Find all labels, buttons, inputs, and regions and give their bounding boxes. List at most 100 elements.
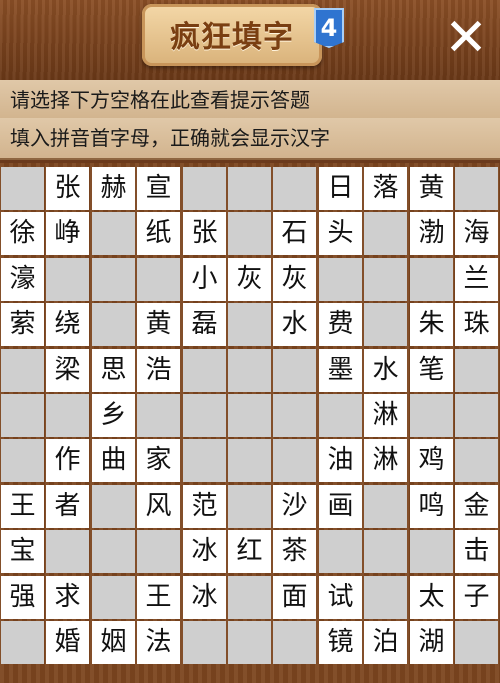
grid-cell-filled[interactable]: 试 (319, 576, 362, 619)
grid-cell-filled[interactable]: 张 (46, 167, 89, 210)
grid-cell-filled[interactable]: 海 (455, 212, 498, 255)
grid-cell-empty[interactable] (455, 167, 498, 210)
grid-cell-empty[interactable] (410, 394, 453, 437)
grid-cell-empty[interactable] (92, 303, 135, 346)
grid-cell-filled[interactable]: 鸣 (410, 485, 453, 528)
grid-cell-filled[interactable]: 赫 (92, 167, 135, 210)
grid-cell-filled[interactable]: 珠 (455, 303, 498, 346)
grid-cell-empty[interactable] (455, 349, 498, 392)
grid-cell-filled[interactable]: 淋 (364, 394, 407, 437)
grid-cell-filled[interactable]: 费 (319, 303, 362, 346)
grid-cell-empty[interactable] (364, 530, 407, 573)
grid-cell-empty[interactable] (1, 349, 44, 392)
grid-cell-filled[interactable]: 金 (455, 485, 498, 528)
grid-cell-filled[interactable]: 泊 (364, 621, 407, 664)
grid-cell-filled[interactable]: 曲 (92, 439, 135, 482)
grid-cell-filled[interactable]: 磊 (183, 303, 226, 346)
grid-cell-filled[interactable]: 日 (319, 167, 362, 210)
grid-cell-filled[interactable]: 梁 (46, 349, 89, 392)
grid-cell-filled[interactable]: 石 (273, 212, 316, 255)
grid-cell-empty[interactable] (137, 530, 180, 573)
grid-cell-empty[interactable] (1, 167, 44, 210)
grid-cell-empty[interactable] (183, 167, 226, 210)
grid-cell-empty[interactable] (273, 394, 316, 437)
grid-cell-filled[interactable]: 宣 (137, 167, 180, 210)
grid-cell-filled[interactable]: 乡 (92, 394, 135, 437)
grid-cell-empty[interactable] (1, 394, 44, 437)
grid-cell-filled[interactable]: 王 (1, 485, 44, 528)
grid-cell-filled[interactable]: 落 (364, 167, 407, 210)
grid-cell-filled[interactable]: 笔 (410, 349, 453, 392)
grid-cell-empty[interactable] (137, 258, 180, 301)
grid-cell-empty[interactable] (273, 349, 316, 392)
grid-cell-empty[interactable] (228, 349, 271, 392)
grid-cell-filled[interactable]: 宝 (1, 530, 44, 573)
grid-cell-filled[interactable]: 面 (273, 576, 316, 619)
grid-cell-empty[interactable] (46, 258, 89, 301)
grid-cell-empty[interactable] (273, 167, 316, 210)
grid-cell-empty[interactable] (183, 621, 226, 664)
grid-cell-empty[interactable] (92, 212, 135, 255)
grid-cell-filled[interactable]: 王 (137, 576, 180, 619)
grid-cell-empty[interactable] (455, 621, 498, 664)
grid-cell-empty[interactable] (364, 576, 407, 619)
grid-cell-filled[interactable]: 沙 (273, 485, 316, 528)
grid-cell-filled[interactable]: 浩 (137, 349, 180, 392)
grid-cell-filled[interactable]: 濠 (1, 258, 44, 301)
grid-cell-empty[interactable] (455, 394, 498, 437)
grid-cell-empty[interactable] (183, 439, 226, 482)
grid-cell-filled[interactable]: 黄 (410, 167, 453, 210)
grid-cell-filled[interactable]: 峥 (46, 212, 89, 255)
grid-cell-empty[interactable] (410, 530, 453, 573)
grid-cell-filled[interactable]: 击 (455, 530, 498, 573)
grid-cell-filled[interactable]: 渤 (410, 212, 453, 255)
grid-cell-filled[interactable]: 作 (46, 439, 89, 482)
grid-cell-filled[interactable]: 家 (137, 439, 180, 482)
grid-cell-filled[interactable]: 求 (46, 576, 89, 619)
grid-cell-filled[interactable]: 鸡 (410, 439, 453, 482)
grid-cell-filled[interactable]: 萦 (1, 303, 44, 346)
grid-cell-empty[interactable] (273, 621, 316, 664)
grid-cell-empty[interactable] (228, 167, 271, 210)
hint-bar[interactable]: 请选择下方空格在此查看提示答题 (0, 80, 500, 120)
grid-cell-filled[interactable]: 婚 (46, 621, 89, 664)
grid-cell-empty[interactable] (46, 394, 89, 437)
grid-cell-empty[interactable] (92, 530, 135, 573)
grid-cell-empty[interactable] (92, 576, 135, 619)
grid-cell-empty[interactable] (228, 485, 271, 528)
grid-cell-empty[interactable] (228, 394, 271, 437)
grid-cell-filled[interactable]: 子 (455, 576, 498, 619)
grid-cell-empty[interactable] (319, 394, 362, 437)
grid-cell-empty[interactable] (183, 394, 226, 437)
grid-cell-empty[interactable] (364, 303, 407, 346)
grid-cell-filled[interactable]: 兰 (455, 258, 498, 301)
grid-cell-empty[interactable] (455, 439, 498, 482)
grid-cell-filled[interactable]: 强 (1, 576, 44, 619)
grid-cell-filled[interactable]: 水 (273, 303, 316, 346)
grid-cell-empty[interactable] (364, 258, 407, 301)
grid-cell-empty[interactable] (228, 439, 271, 482)
grid-cell-filled[interactable]: 小 (183, 258, 226, 301)
grid-cell-filled[interactable]: 黄 (137, 303, 180, 346)
grid-cell-empty[interactable] (92, 485, 135, 528)
grid-cell-filled[interactable]: 绕 (46, 303, 89, 346)
grid-cell-filled[interactable]: 张 (183, 212, 226, 255)
grid-cell-empty[interactable] (183, 349, 226, 392)
grid-cell-empty[interactable] (228, 303, 271, 346)
grid-cell-filled[interactable]: 徐 (1, 212, 44, 255)
grid-cell-filled[interactable]: 范 (183, 485, 226, 528)
grid-cell-filled[interactable]: 太 (410, 576, 453, 619)
grid-cell-filled[interactable]: 法 (137, 621, 180, 664)
grid-cell-filled[interactable]: 朱 (410, 303, 453, 346)
grid-cell-empty[interactable] (92, 258, 135, 301)
grid-cell-empty[interactable] (364, 212, 407, 255)
grid-cell-empty[interactable] (273, 439, 316, 482)
grid-cell-filled[interactable]: 灰 (273, 258, 316, 301)
grid-cell-filled[interactable]: 镜 (319, 621, 362, 664)
grid-cell-filled[interactable]: 画 (319, 485, 362, 528)
grid-cell-empty[interactable] (228, 621, 271, 664)
grid-cell-filled[interactable]: 头 (319, 212, 362, 255)
grid-cell-filled[interactable]: 姻 (92, 621, 135, 664)
grid-cell-filled[interactable]: 者 (46, 485, 89, 528)
grid-cell-filled[interactable]: 红 (228, 530, 271, 573)
